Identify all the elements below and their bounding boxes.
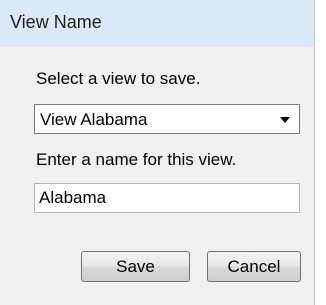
- view-name-input[interactable]: [34, 183, 300, 213]
- view-name-label: Enter a name for this view.: [36, 150, 237, 169]
- save-button[interactable]: Save: [81, 251, 190, 282]
- view-name-dialog: View Name Select a view to save. View Al…: [0, 0, 315, 305]
- dialog-title: View Name: [10, 12, 102, 32]
- dialog-titlebar[interactable]: View Name: [0, 0, 314, 46]
- cancel-button[interactable]: Cancel: [207, 251, 301, 282]
- chevron-down-icon[interactable]: [280, 117, 290, 123]
- view-select[interactable]: View Alabama: [34, 104, 300, 134]
- select-view-label: Select a view to save.: [36, 69, 201, 88]
- view-select-value: View Alabama: [40, 110, 148, 129]
